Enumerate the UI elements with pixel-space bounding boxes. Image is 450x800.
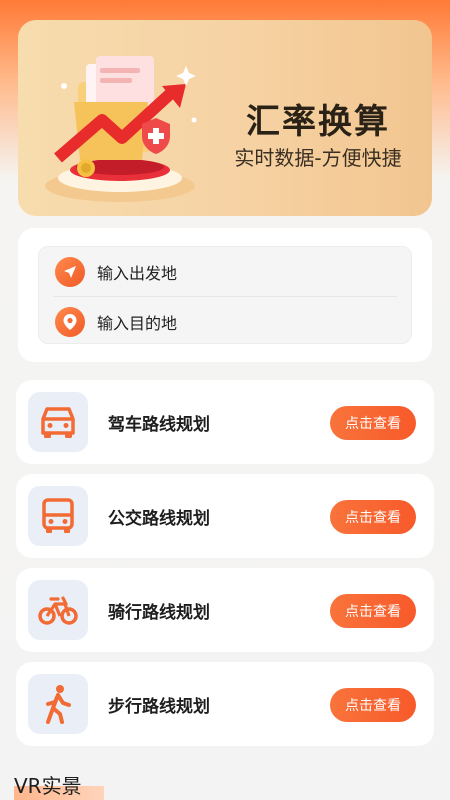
route-card-bus[interactable]: 公交路线规划 点击查看 [16, 474, 434, 558]
bicycle-icon [38, 596, 78, 625]
view-bus-button[interactable]: 点击查看 [330, 500, 416, 534]
car-icon-box [28, 392, 88, 452]
route-card-walking[interactable]: 步行路线规划 点击查看 [16, 662, 434, 746]
route-label: 步行路线规划 [108, 697, 210, 717]
location-card: 输入出发地 输入目的地 [18, 228, 432, 362]
bus-icon-box [28, 486, 88, 546]
route-card-cycling[interactable]: 骑行路线规划 点击查看 [16, 568, 434, 652]
origin-placeholder: 输入出发地 [97, 264, 178, 283]
divider [53, 296, 397, 297]
destination-placeholder: 输入目的地 [97, 314, 178, 333]
origin-input[interactable]: 输入出发地 [55, 257, 177, 287]
navigation-arrow-icon [55, 257, 85, 287]
banner-subtitle: 实时数据-方便快捷 [234, 146, 402, 170]
vr-section-title: VR实景 [14, 774, 82, 798]
bicycle-icon-box [28, 580, 88, 640]
car-icon [41, 407, 75, 438]
view-walking-button[interactable]: 点击查看 [330, 688, 416, 722]
route-label: 驾车路线规划 [108, 415, 210, 435]
map-pin-icon [55, 307, 85, 337]
exchange-rate-banner[interactable]: 汇率换算 实时数据-方便快捷 [18, 20, 432, 216]
walking-icon [46, 685, 71, 724]
route-label: 骑行路线规划 [108, 603, 210, 623]
bus-icon [42, 498, 74, 533]
route-label: 公交路线规划 [108, 509, 210, 529]
finance-growth-illustration [45, 56, 197, 202]
walking-icon-box [28, 674, 88, 734]
route-card-driving[interactable]: 驾车路线规划 点击查看 [16, 380, 434, 464]
banner-title: 汇率换算 [246, 102, 390, 142]
location-input-group: 输入出发地 输入目的地 [38, 246, 412, 344]
view-driving-button[interactable]: 点击查看 [330, 406, 416, 440]
destination-input[interactable]: 输入目的地 [55, 307, 177, 337]
view-cycling-button[interactable]: 点击查看 [330, 594, 416, 628]
